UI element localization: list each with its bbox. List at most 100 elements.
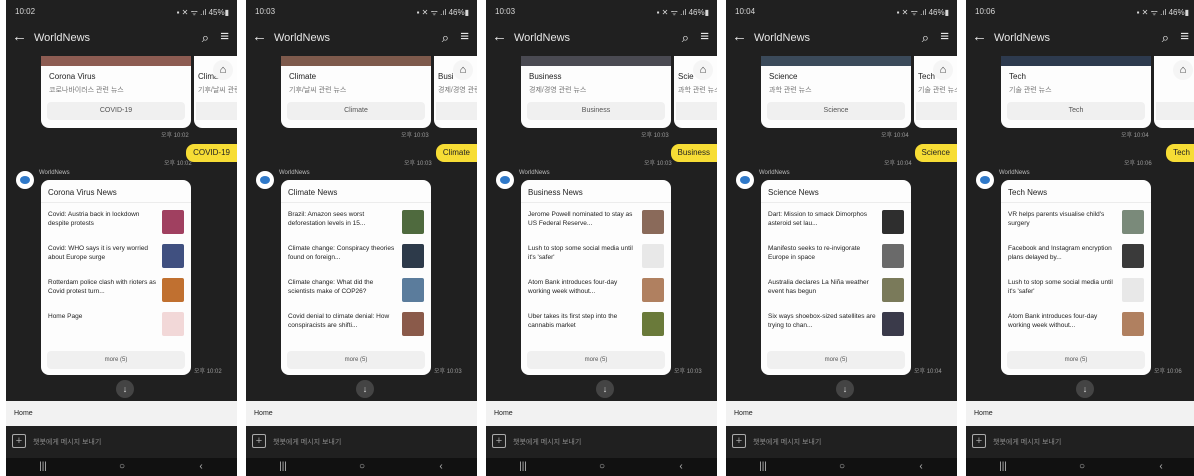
back-arrow-icon[interactable]: ←: [972, 28, 987, 45]
next-category-button[interactable]: [436, 102, 477, 120]
news-item[interactable]: Six ways shoebox-sized satellites are tr…: [768, 312, 908, 340]
news-item[interactable]: Covid denial to climate denial: How cons…: [288, 312, 428, 340]
news-item[interactable]: Atom Bank introduces four-day working we…: [1008, 312, 1148, 340]
news-item[interactable]: Lush to stop some social media until it'…: [528, 244, 668, 272]
news-item[interactable]: Dart: Mission to smack Dimorphos asteroi…: [768, 210, 908, 238]
plus-icon[interactable]: +: [12, 434, 26, 448]
plus-icon[interactable]: +: [492, 434, 506, 448]
menu-icon[interactable]: ≡: [940, 28, 949, 45]
news-item[interactable]: Australia declares La Niña weather event…: [768, 278, 908, 306]
home-button-icon[interactable]: ○: [347, 461, 377, 472]
message-input[interactable]: 챗봇에게 메시지 보내기: [513, 437, 581, 447]
recent-apps-icon[interactable]: |||: [268, 461, 298, 472]
message-input-bar[interactable]: + 챗봇에게 메시지 보내기: [246, 426, 477, 458]
search-icon[interactable]: ⌕: [682, 30, 689, 46]
menu-icon[interactable]: ≡: [460, 28, 469, 45]
scroll-down-icon[interactable]: ↓: [116, 380, 134, 398]
next-category-button[interactable]: [676, 102, 717, 120]
menu-icon[interactable]: ≡: [1180, 28, 1189, 45]
message-input[interactable]: 챗봇에게 메시지 보내기: [273, 437, 341, 447]
bot-avatar[interactable]: [496, 171, 514, 189]
back-arrow-icon[interactable]: ←: [252, 28, 267, 45]
message-input[interactable]: 챗봇에게 메시지 보내기: [33, 437, 101, 447]
home-quick-reply[interactable]: Home: [254, 410, 273, 417]
news-item[interactable]: Uber takes its first step into the canna…: [528, 312, 668, 340]
back-arrow-icon[interactable]: ←: [732, 28, 747, 45]
quick-reply-bar[interactable]: Home: [486, 401, 717, 426]
bot-avatar[interactable]: [16, 171, 34, 189]
news-item[interactable]: Jerome Powell nominated to stay as US Fe…: [528, 210, 668, 238]
home-quick-reply[interactable]: Home: [14, 410, 33, 417]
next-category-button[interactable]: [916, 102, 957, 120]
back-nav-icon[interactable]: ‹: [426, 461, 456, 472]
more-button[interactable]: more (5): [1007, 351, 1145, 369]
message-input-bar[interactable]: + 챗봇에게 메시지 보내기: [966, 426, 1194, 458]
message-input-bar[interactable]: + 챗봇에게 메시지 보내기: [726, 426, 957, 458]
news-item[interactable]: Brazil: Amazon sees worst deforestation …: [288, 210, 428, 238]
menu-icon[interactable]: ≡: [220, 28, 229, 45]
quick-reply-bar[interactable]: Home: [6, 401, 237, 426]
news-item[interactable]: Atom Bank introduces four-day working we…: [528, 278, 668, 306]
home-icon[interactable]: ⌂: [213, 60, 233, 80]
search-icon[interactable]: ⌕: [1162, 30, 1169, 46]
home-icon[interactable]: ⌂: [453, 60, 473, 80]
bot-avatar[interactable]: [976, 171, 994, 189]
home-quick-reply[interactable]: Home: [974, 410, 993, 417]
home-button-icon[interactable]: ○: [587, 461, 617, 472]
news-item[interactable]: Manifesto seeks to re-invigorate Europe …: [768, 244, 908, 272]
category-card-button[interactable]: Tech: [1007, 102, 1145, 120]
more-button[interactable]: more (5): [47, 351, 185, 369]
message-input[interactable]: 챗봇에게 메시지 보내기: [753, 437, 821, 447]
category-card-button[interactable]: Climate: [287, 102, 425, 120]
search-icon[interactable]: ⌕: [202, 30, 209, 46]
news-item[interactable]: Covid: WHO says it is very worried about…: [48, 244, 188, 272]
scroll-down-icon[interactable]: ↓: [836, 380, 854, 398]
message-input[interactable]: 챗봇에게 메시지 보내기: [993, 437, 1061, 447]
back-nav-icon[interactable]: ‹: [906, 461, 936, 472]
home-icon[interactable]: ⌂: [693, 60, 713, 80]
recent-apps-icon[interactable]: |||: [508, 461, 538, 472]
back-nav-icon[interactable]: ‹: [186, 461, 216, 472]
back-nav-icon[interactable]: ‹: [1146, 461, 1176, 472]
category-card-button[interactable]: Business: [527, 102, 665, 120]
home-quick-reply[interactable]: Home: [734, 410, 753, 417]
next-category-button[interactable]: [1156, 102, 1194, 120]
plus-icon[interactable]: +: [252, 434, 266, 448]
message-input-bar[interactable]: + 챗봇에게 메시지 보내기: [6, 426, 237, 458]
recent-apps-icon[interactable]: |||: [748, 461, 778, 472]
search-icon[interactable]: ⌕: [442, 30, 449, 46]
back-arrow-icon[interactable]: ←: [12, 28, 27, 45]
scroll-down-icon[interactable]: ↓: [1076, 380, 1094, 398]
news-item[interactable]: Home Page: [48, 312, 188, 340]
back-nav-icon[interactable]: ‹: [666, 461, 696, 472]
back-arrow-icon[interactable]: ←: [492, 28, 507, 45]
recent-apps-icon[interactable]: |||: [28, 461, 58, 472]
quick-reply-bar[interactable]: Home: [246, 401, 477, 426]
home-button-icon[interactable]: ○: [107, 461, 137, 472]
news-item[interactable]: Facebook and Instagram encryption plans …: [1008, 244, 1148, 272]
news-item[interactable]: Lush to stop some social media until it'…: [1008, 278, 1148, 306]
menu-icon[interactable]: ≡: [700, 28, 709, 45]
quick-reply-bar[interactable]: Home: [966, 401, 1194, 426]
news-item[interactable]: Climate change: What did the scientists …: [288, 278, 428, 306]
scroll-down-icon[interactable]: ↓: [356, 380, 374, 398]
bot-avatar[interactable]: [256, 171, 274, 189]
scroll-down-icon[interactable]: ↓: [596, 380, 614, 398]
home-quick-reply[interactable]: Home: [494, 410, 513, 417]
next-category-button[interactable]: [196, 102, 237, 120]
message-input-bar[interactable]: + 챗봇에게 메시지 보내기: [486, 426, 717, 458]
bot-avatar[interactable]: [736, 171, 754, 189]
news-item[interactable]: Covid: Austria back in lockdown despite …: [48, 210, 188, 238]
more-button[interactable]: more (5): [527, 351, 665, 369]
plus-icon[interactable]: +: [732, 434, 746, 448]
more-button[interactable]: more (5): [287, 351, 425, 369]
plus-icon[interactable]: +: [972, 434, 986, 448]
category-card-button[interactable]: COVID-19: [47, 102, 185, 120]
news-item[interactable]: Climate change: Conspiracy theories foun…: [288, 244, 428, 272]
search-icon[interactable]: ⌕: [922, 30, 929, 46]
home-icon[interactable]: ⌂: [933, 60, 953, 80]
home-icon[interactable]: ⌂: [1173, 60, 1193, 80]
news-item[interactable]: VR helps parents visualise child's surge…: [1008, 210, 1148, 238]
home-button-icon[interactable]: ○: [827, 461, 857, 472]
more-button[interactable]: more (5): [767, 351, 905, 369]
